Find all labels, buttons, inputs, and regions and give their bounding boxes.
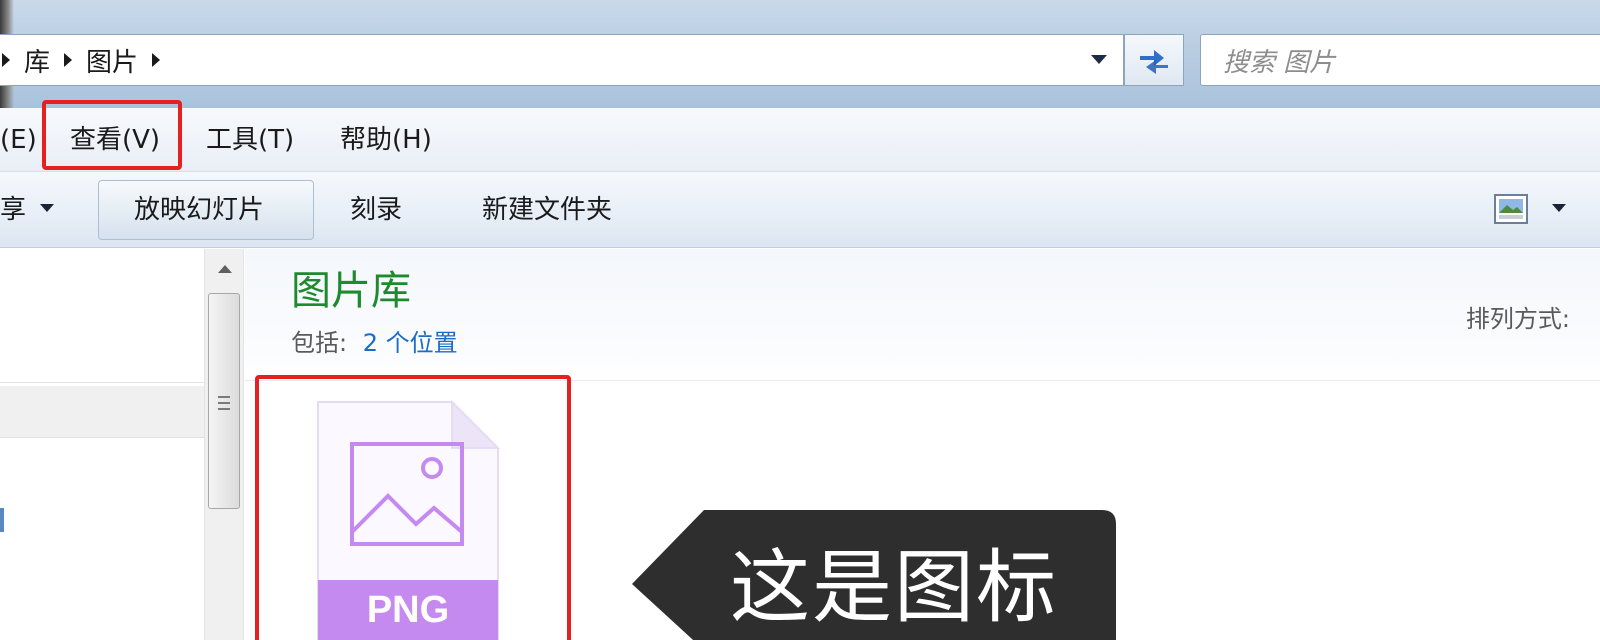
callout-text: 这是图标 xyxy=(730,541,1058,634)
change-view-icon[interactable] xyxy=(1494,194,1528,224)
nav-item-edge[interactable] xyxy=(0,508,4,532)
address-history-dropdown-icon[interactable] xyxy=(1091,55,1107,64)
library-header: 图片库 包括: 2 个位置 排列方式: xyxy=(245,249,1600,381)
grip-line xyxy=(218,402,230,404)
search-input[interactable]: 搜索 图片 xyxy=(1200,34,1600,86)
breadcrumb-arrow-icon[interactable] xyxy=(152,53,161,67)
breadcrumb-library[interactable]: 库 xyxy=(24,42,50,79)
burn-button[interactable]: 刻录 xyxy=(350,192,402,228)
view-menu-highlight xyxy=(42,100,182,170)
includes-label: 包括: xyxy=(291,329,348,357)
refresh-icon xyxy=(1140,50,1168,74)
grip-line xyxy=(218,408,230,410)
png-file-icon[interactable]: PNG xyxy=(316,400,500,640)
library-includes: 包括: 2 个位置 xyxy=(291,327,458,359)
breadcrumb-arrow-icon[interactable] xyxy=(2,53,10,67)
nav-scrollbar[interactable] xyxy=(204,249,244,640)
menu-bar: (E) 查看(V) 工具(T) 帮助(H) xyxy=(0,108,1600,172)
refresh-button[interactable] xyxy=(1124,34,1184,86)
menu-tools[interactable]: 工具(T) xyxy=(206,122,294,158)
command-toolbar: 享 放映幻灯片 刻录 新建文件夹 xyxy=(0,172,1600,248)
grip-line xyxy=(218,396,230,398)
library-title: 图片库 xyxy=(291,268,411,314)
menu-help[interactable]: 帮助(H) xyxy=(340,122,432,158)
navigation-pane[interactable] xyxy=(0,249,204,640)
breadcrumb-arrow-icon[interactable] xyxy=(64,53,73,67)
share-dropdown-icon[interactable] xyxy=(40,204,54,212)
arrange-by-label[interactable]: 排列方式: xyxy=(1466,299,1570,334)
menu-edit[interactable]: (E) xyxy=(0,122,37,158)
scroll-thumb[interactable] xyxy=(208,293,240,509)
new-folder-button[interactable]: 新建文件夹 xyxy=(482,192,612,228)
scroll-up-arrow-icon[interactable] xyxy=(218,265,232,273)
share-button[interactable]: 享 xyxy=(0,192,26,228)
breadcrumb-pictures[interactable]: 图片 xyxy=(86,42,138,79)
nav-selected-item[interactable] xyxy=(0,386,204,438)
address-bar[interactable]: 库 图片 xyxy=(0,34,1124,86)
png-type-label: PNG xyxy=(367,589,449,631)
includes-locations-link[interactable]: 2 个位置 xyxy=(363,329,458,357)
nav-divider xyxy=(0,382,204,383)
slideshow-button[interactable]: 放映幻灯片 xyxy=(134,192,264,228)
view-options-dropdown-icon[interactable] xyxy=(1552,204,1566,212)
search-placeholder: 搜索 图片 xyxy=(1223,47,1336,78)
